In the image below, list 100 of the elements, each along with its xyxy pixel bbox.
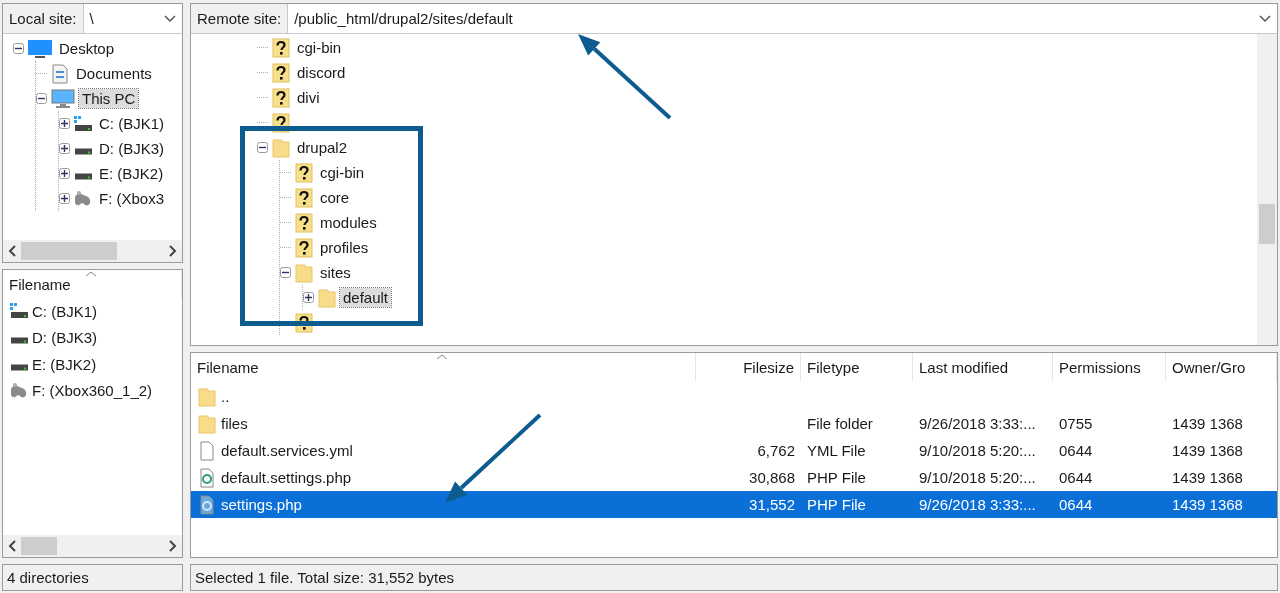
drive-icon (9, 337, 29, 345)
tree-item[interactable]: D: (BJK3) (96, 139, 167, 158)
column-header[interactable]: Filename (191, 353, 696, 381)
tree-item[interactable]: Documents (73, 64, 155, 83)
path-dropdown[interactable]: \ (83, 4, 182, 33)
php-file-icon (197, 494, 217, 515)
table-cell: 0644 (1059, 442, 1093, 459)
file-name: E: (BJK2) (32, 355, 97, 373)
tree-item[interactable]: E: (BJK2) (96, 164, 167, 183)
tree-item[interactable]: cgi-bin (294, 38, 345, 57)
column-header[interactable]: Permissions (1053, 353, 1166, 381)
table-cell: 1439 1368 (1172, 442, 1243, 459)
file-name: settings.php (221, 496, 302, 513)
horizontal-scrollbar[interactable] (3, 240, 182, 262)
file-name: D: (BJK3) (32, 329, 97, 347)
table-cell: File folder (807, 415, 873, 432)
file-icon (197, 440, 217, 461)
dropdown-chevron-icon[interactable] (1259, 14, 1271, 23)
column-header[interactable]: Filesize (696, 353, 801, 381)
scrollbar-thumb[interactable] (1259, 204, 1275, 244)
folder-icon (197, 386, 217, 407)
file-name: files (221, 415, 248, 432)
collapse-toggle[interactable] (36, 93, 47, 104)
tree-item[interactable]: drupal2 (294, 138, 351, 157)
scrollbar-thumb[interactable] (21, 242, 117, 260)
table-cell: 9/26/2018 3:33:... (919, 415, 1036, 432)
tree-item[interactable]: divi (294, 88, 323, 107)
file-row[interactable]: default.settings.php 30,868 PHP File 9/10/2018 5:20:... 0644 1439 1368 (191, 464, 1277, 491)
path-dropdown[interactable]: /public_html/drupal2/sites/default (288, 4, 1277, 33)
unknown-folder-icon (294, 187, 314, 208)
scroll-left-icon[interactable] (7, 245, 17, 257)
file-row[interactable]: settings.php 31,552 PHP File 9/26/2018 3:33:... 0644 1439 1368 (191, 491, 1277, 518)
drive-icon (9, 363, 29, 371)
file-row[interactable]: default.services.yml 6,762 YML File 9/10/2018 5:20:... 0644 1439 1368 (191, 437, 1277, 464)
table-cell: PHP File (807, 469, 866, 486)
scroll-right-icon[interactable] (168, 540, 178, 552)
dropdown-chevron-icon[interactable] (164, 14, 176, 23)
table-cell: 1439 1368 (1172, 496, 1243, 513)
table-cell: 0644 (1059, 496, 1093, 513)
expand-toggle[interactable] (59, 168, 70, 179)
table-cell: 1439 1368 (1172, 415, 1243, 432)
file-name: C: (BJK1) (32, 302, 97, 320)
file-name: .. (221, 388, 230, 405)
tree-item[interactable]: sites (317, 263, 354, 282)
monitor-icon (27, 38, 53, 59)
expand-toggle[interactable] (303, 292, 314, 303)
folder-icon (294, 262, 314, 283)
tree-item[interactable]: C: (BJK1) (96, 114, 167, 133)
folder-icon (197, 413, 217, 434)
scroll-right-icon[interactable] (168, 245, 178, 257)
file-name: F: (Xbox360_1_2) (32, 382, 153, 400)
column-header[interactable]: Last modified (913, 353, 1053, 381)
vertical-scrollbar[interactable] (1257, 34, 1277, 345)
horizontal-scrollbar[interactable] (3, 535, 182, 557)
unknown-folder-icon (294, 237, 314, 258)
tree-item[interactable]: discord (294, 63, 349, 82)
document-icon (50, 63, 70, 84)
collapse-toggle[interactable] (13, 43, 24, 54)
sort-caret-icon (85, 271, 97, 277)
tree-item[interactable]: core (317, 188, 353, 207)
collapse-toggle[interactable] (257, 142, 268, 153)
table-cell: 9/10/2018 5:20:... (919, 442, 1036, 459)
drive-icon (73, 173, 93, 180)
table-cell: PHP File (807, 496, 866, 513)
site-label: Remote site: (191, 4, 289, 33)
expand-toggle[interactable] (59, 118, 70, 129)
column-header[interactable]: Owner/Gro (1166, 353, 1277, 381)
collapse-toggle[interactable] (280, 267, 291, 278)
scroll-left-icon[interactable] (7, 540, 17, 552)
sort-caret-icon (436, 354, 448, 360)
column-header[interactable]: Filetype (801, 353, 913, 381)
folder-icon (317, 287, 337, 308)
tree-item[interactable]: F: (Xbox3 (96, 189, 168, 208)
table-cell: YML File (807, 442, 866, 459)
status-bar: 4 directories (2, 564, 183, 591)
table-cell: 1439 1368 (1172, 469, 1243, 486)
tree-item[interactable]: Desktop (56, 39, 118, 58)
site-label: Local site: (3, 4, 84, 33)
status-bar: Selected 1 file. Total size: 31,552 bytes (190, 564, 1278, 591)
file-name: default.settings.php (221, 469, 352, 486)
folder-icon (271, 137, 291, 158)
expand-toggle[interactable] (59, 143, 70, 154)
drive-icon (73, 148, 93, 155)
expand-toggle[interactable] (59, 193, 70, 204)
unknown-folder-icon (294, 212, 314, 233)
file-row[interactable]: .. (191, 383, 1277, 410)
computer-icon (50, 88, 76, 109)
tree-item[interactable]: profiles (317, 238, 372, 257)
tree-item[interactable]: default (340, 288, 392, 307)
tree-item[interactable]: modules (317, 213, 380, 232)
column-header[interactable]: Filename (3, 270, 182, 298)
unknown-folder-icon (271, 87, 291, 108)
tree-item[interactable]: This PC (79, 89, 139, 108)
table-cell: 9/10/2018 5:20:... (919, 469, 1036, 486)
table-cell: 0755 (1059, 415, 1093, 432)
file-row[interactable]: files File folder 9/26/2018 3:33:... 0755 1439 1368 (191, 410, 1277, 437)
tree-item[interactable]: cgi-bin (317, 163, 368, 182)
file-name: default.services.yml (221, 442, 353, 459)
unknown-folder-icon (271, 62, 291, 83)
scrollbar-thumb[interactable] (21, 537, 57, 555)
